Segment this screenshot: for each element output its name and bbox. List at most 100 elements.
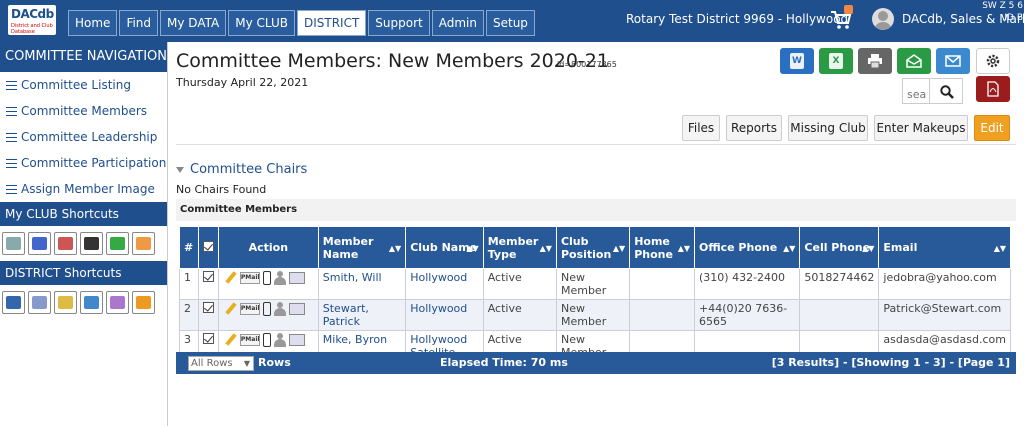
sort-icon[interactable]: ▲▼ [540,244,552,253]
person-icon[interactable] [273,333,286,347]
folder-shortcut-icon[interactable] [54,291,77,314]
pmail-icon[interactable]: PMail [239,303,260,315]
edit-pencil-icon[interactable] [223,302,237,316]
club-name-link[interactable]: Hollywood [405,268,484,300]
col-header-home-phone[interactable]: Home Phone ▲▼ [629,226,695,269]
sort-icon[interactable]: ▲▼ [678,244,690,253]
phone-icon[interactable] [262,333,271,347]
row-checkbox[interactable] [202,302,214,313]
members-shortcut-icon[interactable] [106,291,129,314]
sort-icon[interactable]: ▲▼ [862,244,874,253]
col-header-email[interactable]: Email ▲▼ [878,226,1011,269]
col-header-office-phone[interactable]: Office Phone ▲▼ [693,226,801,269]
reports-shortcut-icon[interactable] [54,232,77,255]
search-shortcut-icon[interactable] [2,291,25,314]
sort-icon[interactable]: ▲▼ [783,244,795,253]
tab-setup[interactable]: Setup [485,10,535,36]
elapsed-time: Elapsed Time: 70 ms [440,356,568,369]
list-icon [6,80,17,90]
sort-icon[interactable]: ▲▼ [994,244,1006,253]
tab-support[interactable]: Support [368,10,430,36]
print-button[interactable] [858,48,892,74]
files-shortcut-icon[interactable] [80,291,103,314]
member-name-link[interactable]: Smith, Will [317,268,407,300]
enter-makeups-button[interactable]: Enter Makeups [874,115,968,141]
edit-pencil-icon[interactable] [223,271,237,285]
pmail-icon[interactable]: PMail [239,334,260,346]
home-phone [629,299,695,331]
calendar-shortcut-icon[interactable] [132,232,155,255]
tab-admin[interactable]: Admin [431,10,484,36]
row-checkbox[interactable] [202,333,214,344]
club-name-link[interactable]: Hollywood [405,299,484,331]
col-header-select-all[interactable] [197,226,219,269]
vcard-icon[interactable] [288,272,305,284]
notification-flag-icon[interactable] [844,5,853,14]
row-checkbox[interactable] [202,271,214,282]
row-select-cell[interactable] [197,268,219,300]
col-header-cell-phone[interactable]: Cell Phone ▲▼ [799,226,880,269]
row-select-cell[interactable] [197,299,219,331]
committee-chairs-toggle[interactable]: Committee Chairs [176,162,307,177]
list-icon [6,184,17,194]
email-shortcut-icon[interactable] [80,232,103,255]
word-icon: W [790,53,804,69]
rows-per-page-select[interactable]: All Rows ▼ [188,356,254,371]
person-icon[interactable] [273,271,286,285]
email-button[interactable] [936,48,970,74]
award-shortcut-icon[interactable] [132,291,155,314]
tab-my-data[interactable]: My DATA [160,10,227,36]
club-roster-shortcut-icon[interactable] [2,232,25,255]
main-nav: Home Find My DATA My CLUB DISTRICT Suppo… [68,10,537,36]
pmail-icon[interactable]: PMail [239,272,260,284]
list-icon [6,106,17,116]
edit-button[interactable]: Edit [974,115,1010,141]
col-header-member-name[interactable]: Member Name ▲▼ [317,226,407,269]
vcard-icon[interactable] [288,334,305,346]
settings-button[interactable] [976,48,1010,74]
member-type: Active [482,299,557,331]
pdf-export-button[interactable] [976,76,1010,102]
tab-my-club[interactable]: My CLUB [228,10,295,36]
missing-club-button[interactable]: Missing Club [788,115,868,141]
sidebar-item-committee-participation[interactable]: Committee Participation [0,150,167,176]
member-name-link[interactable]: Stewart, Patrick [317,299,407,331]
page-date: Thursday April 22, 2021 [176,76,309,89]
col-header-club-position[interactable]: Club Position ▲▼ [555,226,631,269]
collapse-triangle-icon [176,166,184,173]
sort-icon[interactable]: ▲▼ [613,244,625,253]
vcard-icon[interactable] [288,303,305,315]
sidebar-item-committee-listing[interactable]: Committee Listing [0,72,167,98]
edit-pencil-icon[interactable] [223,333,237,347]
org-chart-shortcut-icon[interactable] [28,291,51,314]
user-avatar[interactable] [872,8,894,30]
no-chairs-message: No Chairs Found [176,183,267,196]
col-header-member-type[interactable]: Member Type ▲▼ [482,226,557,269]
search-button[interactable] [929,78,963,104]
attendance-shortcut-icon[interactable] [106,232,129,255]
office-phone: +44(0)20 7636-6565 [693,299,801,331]
logo-subtext: District and Club Database [11,23,53,35]
sidebar-item-committee-members[interactable]: Committee Members [0,98,167,124]
word-export-button[interactable]: W [780,48,814,74]
search-input[interactable] [902,78,930,104]
phone-icon[interactable] [262,302,271,316]
email-open-button[interactable] [897,48,931,74]
person-icon[interactable] [273,302,286,316]
reports-button[interactable]: Reports [726,115,782,141]
sort-icon[interactable]: ▲▼ [466,244,478,253]
table-row: 2 PMail Stewart, Patrick Hollywood Activ… [179,299,1011,331]
tab-home[interactable]: Home [68,10,118,36]
bulletin-shortcut-icon[interactable] [28,232,51,255]
dacdb-logo[interactable]: DACdb District and Club Database [8,5,56,35]
excel-export-button[interactable]: X [819,48,853,74]
files-button[interactable]: Files [682,115,720,141]
phone-icon[interactable] [262,271,271,285]
tab-find[interactable]: Find [119,10,159,36]
sort-icon[interactable]: ▲▼ [389,244,401,253]
select-all-checkbox[interactable] [202,240,214,252]
sidebar-item-assign-member-image[interactable]: Assign Member Image [0,176,167,202]
col-header-club-name[interactable]: Club Name ▲▼ [405,226,484,269]
tab-district[interactable]: DISTRICT [296,10,367,36]
sidebar-item-committee-leadership[interactable]: Committee Leadership [0,124,167,150]
